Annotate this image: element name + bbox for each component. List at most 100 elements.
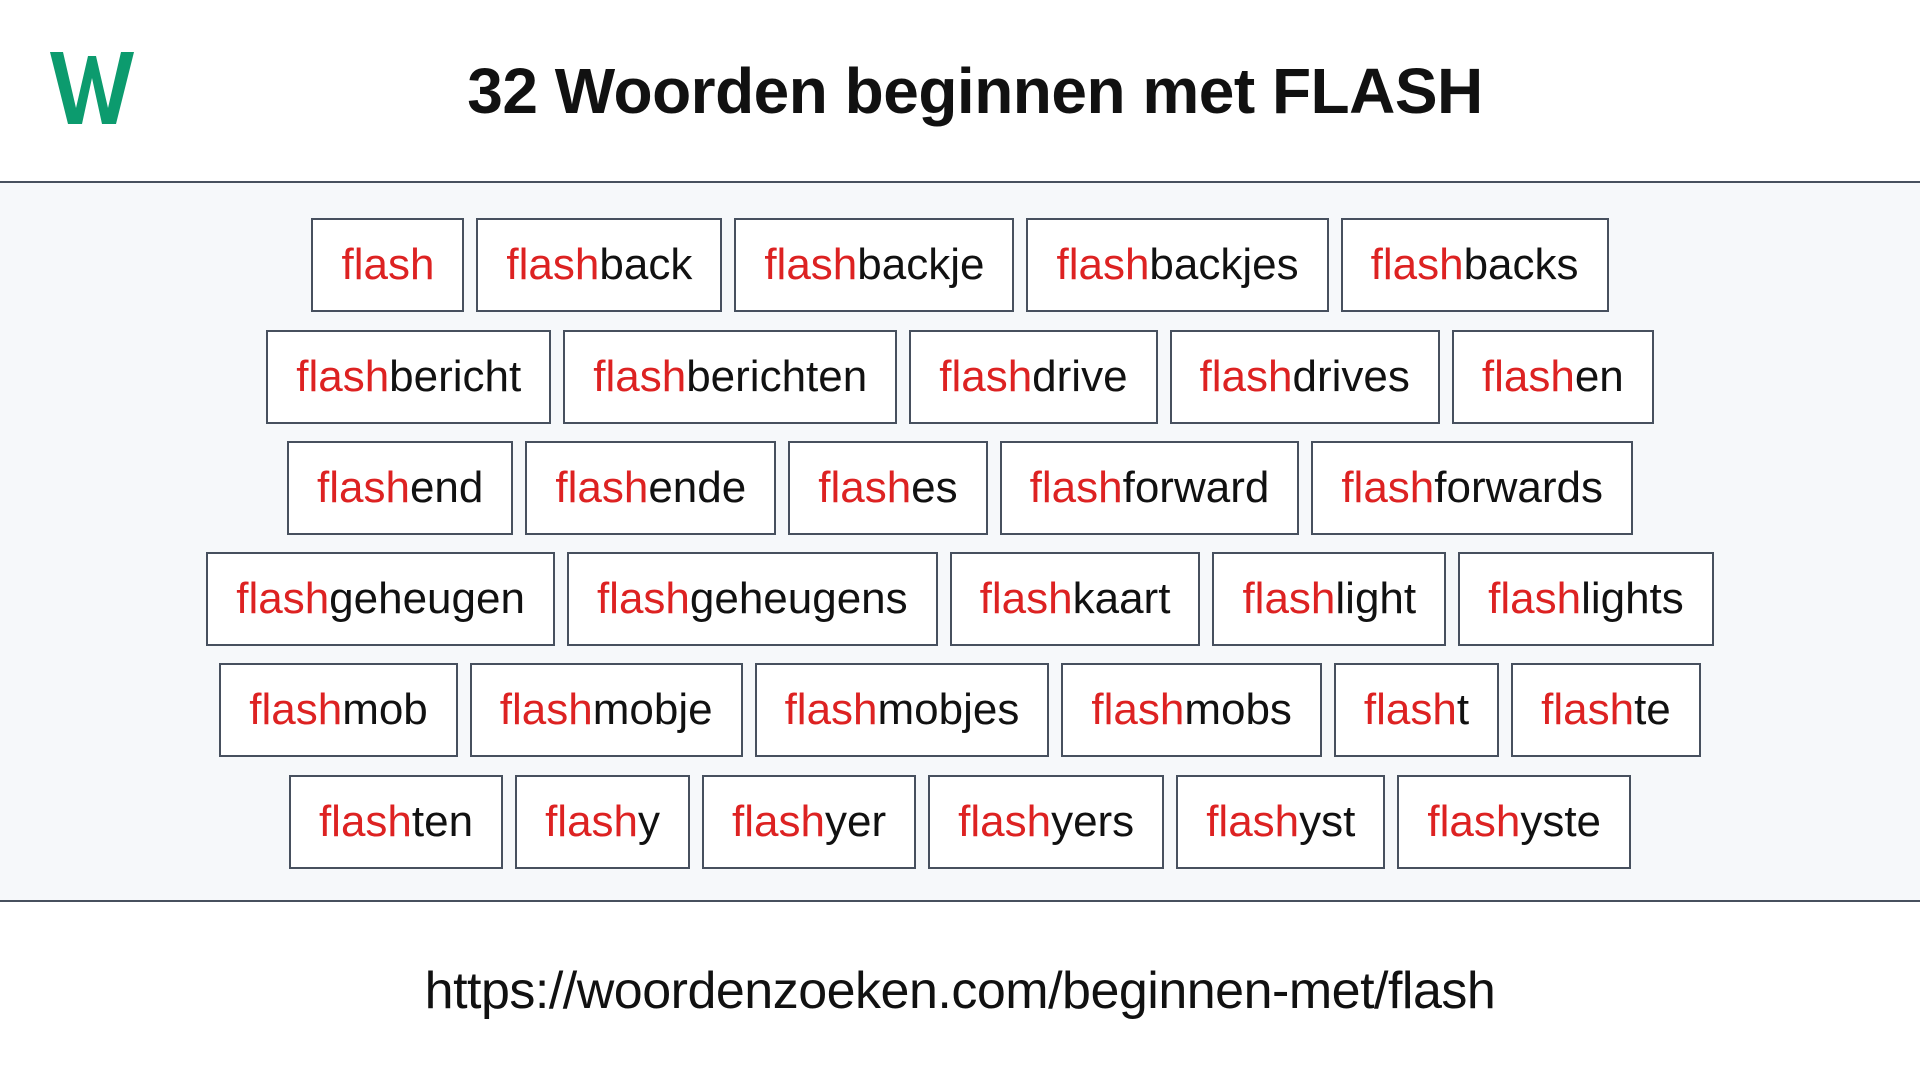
word-box[interactable]: flashdrive [909, 329, 1158, 424]
word-suffix: light [1335, 574, 1417, 624]
word-box[interactable]: flasht [1333, 663, 1500, 758]
word-suffix: geheugens [689, 574, 908, 624]
word-box[interactable]: flashkaart [949, 552, 1201, 647]
word-box[interactable]: flashberichten [563, 329, 898, 424]
word-text: flashback [506, 243, 692, 287]
word-prefix: flash [1481, 351, 1575, 401]
word-box[interactable]: flashmobs [1061, 663, 1322, 758]
word-suffix: backjes [1149, 240, 1299, 290]
word-text: flashyst [1206, 796, 1356, 846]
word-box[interactable]: flashyst [1176, 774, 1386, 869]
word-box[interactable]: flashgeheugens [566, 552, 938, 647]
word-text: flashy [545, 796, 661, 846]
word-row: flashend flashende flashes flashforward flas… [0, 440, 1920, 535]
word-suffix: yst [1299, 796, 1356, 846]
word-box[interactable]: flashend [287, 440, 514, 535]
word-suffix: backje [857, 240, 985, 290]
word-text: flash [341, 243, 434, 287]
word-prefix: flash [506, 240, 600, 290]
word-suffix: drives [1292, 351, 1410, 401]
word-box[interactable]: flashforwards [1311, 440, 1633, 535]
word-box[interactable]: flashbacks [1340, 218, 1609, 313]
word-suffix: y [638, 796, 661, 846]
word-prefix: flash [1199, 351, 1293, 401]
word-box[interactable]: flashyste [1397, 774, 1632, 869]
word-box[interactable]: flashmob [219, 663, 458, 758]
word-prefix: flash [236, 574, 330, 624]
word-row: flash flashback flashbackje flashbackjes fla… [0, 218, 1920, 313]
word-text: flashyer [732, 796, 886, 846]
word-box[interactable]: flashforward [999, 440, 1300, 535]
word-prefix: flash [818, 462, 912, 512]
word-text: flashmobs [1091, 688, 1292, 732]
word-text: flashyers [958, 799, 1134, 844]
word-text: flashten [318, 796, 474, 846]
word-text: flasht [1364, 688, 1469, 732]
word-suffix: drive [1032, 351, 1128, 401]
word-prefix: flash [732, 796, 825, 846]
word-text: flashmobje [500, 688, 713, 732]
word-suffix: forwards [1434, 462, 1603, 512]
word-suffix: back [599, 240, 693, 290]
word-suffix: bericht [389, 351, 522, 401]
word-suffix: te [1634, 685, 1671, 735]
word-row: flashmob flashmobje flashmobjes flashmobs fl… [0, 663, 1920, 758]
word-box[interactable]: flashes [788, 440, 988, 535]
word-suffix: lights [1581, 574, 1684, 624]
word-text: flashyste [1427, 796, 1602, 846]
word-box[interactable]: flash [311, 218, 465, 313]
word-box[interactable]: flashte [1511, 663, 1701, 758]
word-text: flashforwards [1341, 462, 1603, 512]
source-url: https://woordenzoeken.com/beginnen-met/f… [424, 962, 1496, 1020]
word-prefix: flash [1541, 685, 1635, 735]
word-box[interactable]: flashlight [1212, 552, 1447, 647]
word-text: flashgeheugens [597, 577, 908, 621]
word-box[interactable]: flashy [515, 774, 691, 869]
word-prefix: flash [296, 351, 390, 401]
word-text: flashbackje [764, 243, 984, 287]
word-prefix: flash [1488, 574, 1582, 624]
word-prefix: flash [317, 462, 410, 512]
word-prefix: flash [764, 240, 858, 290]
word-suffix: es [911, 462, 958, 512]
word-text: flashdrives [1199, 351, 1410, 401]
word-box[interactable]: flashten [288, 774, 504, 869]
word-suffix: geheugen [329, 574, 525, 624]
word-box[interactable]: flashbackje [734, 218, 1015, 313]
word-box[interactable]: flashback [476, 218, 723, 313]
word-prefix: flash [1370, 240, 1464, 290]
word-box[interactable]: flashlights [1458, 552, 1714, 647]
word-text: flashberichten [593, 351, 868, 401]
word-text: flashforward [1030, 465, 1270, 510]
page-footer: https://woordenzoeken.com/beginnen-met/f… [0, 902, 1920, 1080]
word-suffix: mobs [1184, 685, 1292, 735]
word-grid: flash flashback flashbackje flashbackjes fla… [0, 183, 1920, 902]
word-box[interactable]: flashbackjes [1026, 218, 1329, 313]
word-prefix: flash [593, 351, 687, 401]
word-text: flashbericht [296, 351, 522, 401]
word-box[interactable]: flashyer [702, 774, 917, 869]
word-prefix: flash [596, 574, 690, 624]
word-prefix: flash [1091, 685, 1185, 735]
word-box[interactable]: flashende [525, 440, 777, 535]
word-box[interactable]: flashmobje [469, 663, 743, 758]
word-suffix: berichten [686, 351, 868, 401]
word-text: flashende [555, 465, 746, 510]
word-box[interactable]: flashgeheugen [206, 552, 555, 647]
word-box[interactable]: flashmobjes [754, 663, 1050, 758]
word-box[interactable]: flashyers [928, 774, 1165, 869]
word-box[interactable]: flashen [1451, 329, 1654, 424]
word-suffix: mob [342, 685, 428, 735]
word-box[interactable]: flashbericht [266, 329, 552, 424]
woordenzoeken-logo-icon [36, 26, 146, 136]
word-text: flashes [818, 462, 958, 512]
word-prefix: flash [545, 796, 639, 846]
word-box[interactable]: flashdrives [1169, 329, 1440, 424]
word-text: flashmob [249, 688, 428, 732]
word-suffix: yste [1520, 796, 1602, 846]
word-prefix: flash [318, 796, 412, 846]
word-suffix: ten [411, 796, 474, 846]
word-suffix: t [1456, 685, 1470, 735]
word-text: flashlights [1488, 577, 1684, 621]
word-text: flashmobjes [785, 688, 1020, 732]
